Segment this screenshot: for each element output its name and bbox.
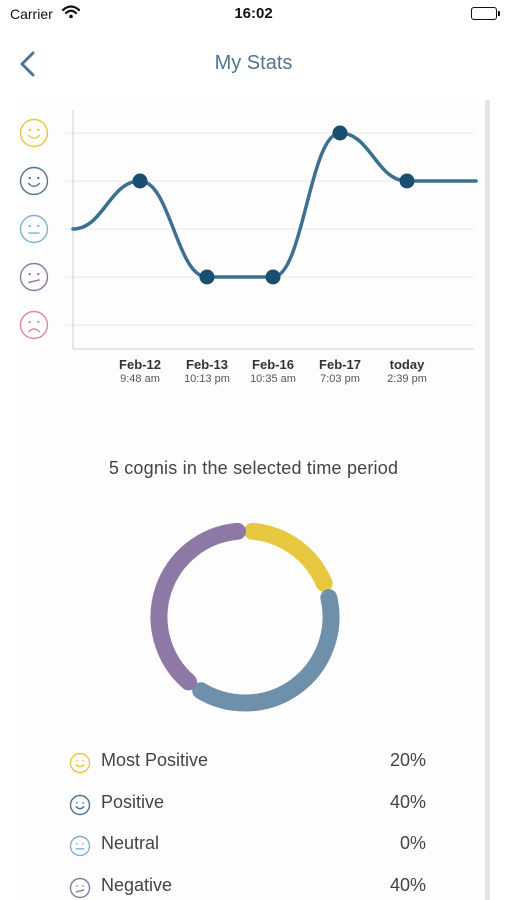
neutral-face-icon [19, 214, 49, 244]
donut-segment [150, 522, 247, 691]
mood-donut-chart [150, 522, 340, 712]
data-point[interactable] [199, 269, 215, 285]
x-tick-time: 2:39 pm [387, 373, 427, 385]
legend-value: 0% [399, 833, 426, 853]
data-point[interactable] [399, 173, 415, 189]
x-tick-date: today [389, 357, 425, 372]
legend-item: Positive 40% [66, 788, 426, 830]
neutral-face-icon [68, 834, 92, 863]
legend-item: Negative 40% [66, 871, 426, 900]
legend-label: Neutral [101, 833, 160, 853]
legend-label: Negative [101, 874, 173, 895]
data-point[interactable] [265, 269, 281, 285]
legend-item: Most Positive 20% [66, 746, 426, 788]
x-tick-label: today 2:39 pm [367, 357, 447, 385]
legend-item: Neutral 0% [66, 829, 426, 871]
data-point[interactable] [332, 125, 348, 141]
legend-label: Most Positive [101, 750, 209, 770]
frown-icon [69, 877, 91, 898]
legend-label: Positive [101, 791, 165, 812]
smile-icon [68, 751, 92, 780]
donut-segment [243, 522, 333, 592]
legend-value: 20% [389, 750, 426, 770]
smile-icon [19, 118, 49, 148]
series-line [71, 131, 478, 279]
sad-face-icon [19, 310, 49, 340]
legend-value: 40% [389, 874, 426, 895]
mood-line-chart [19, 110, 478, 350]
smile-icon [68, 793, 92, 822]
neutral-face-icon [69, 835, 91, 857]
smile-icon [19, 166, 49, 196]
donut-segment [192, 589, 340, 712]
smile-icon [69, 752, 91, 774]
legend-value: 40% [389, 791, 426, 812]
frown-icon [19, 262, 49, 292]
smile-icon [69, 794, 91, 815]
mood-legend: Most Positive 20% Positive 40% Neutral 0% Nega… [66, 746, 426, 900]
frown-icon [68, 876, 92, 900]
data-point[interactable] [132, 173, 148, 189]
period-summary: 5 cognis in the selected time period [108, 458, 399, 478]
